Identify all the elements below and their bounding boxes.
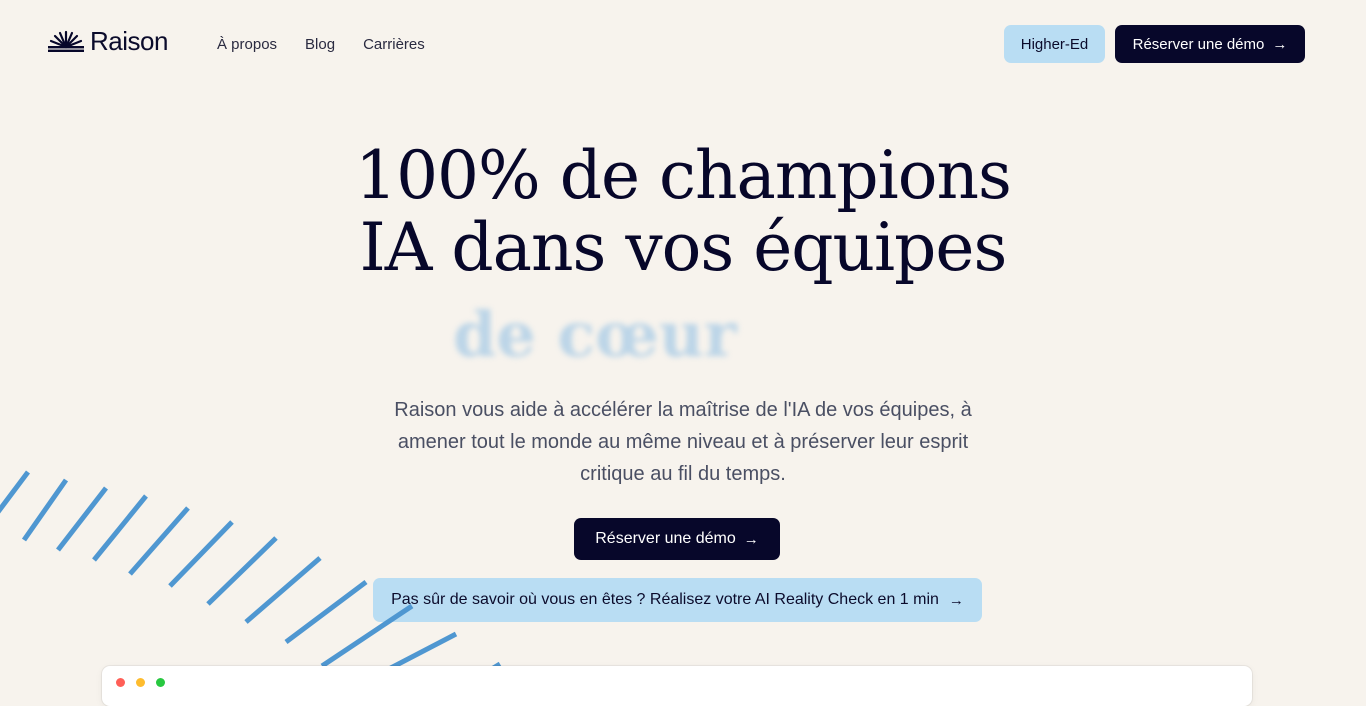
- arrow-right-icon: →: [743, 530, 759, 548]
- nav-link-a-propos[interactable]: À propos: [217, 35, 277, 55]
- hero-book-demo-label: Réserver une démo: [595, 530, 736, 547]
- decorative-stripes: [0, 470, 502, 682]
- arrow-right-icon: →: [1272, 35, 1288, 53]
- hero-title: 100% de champions IA dans vos équipes: [283, 140, 1083, 284]
- animated-rotating-word: de cœur: [453, 298, 737, 371]
- app-preview-window: [102, 666, 1252, 706]
- window-minimize-dot: [136, 678, 145, 687]
- hero-title-line-1: 100% de champions: [355, 137, 1012, 214]
- sunrise-logo-icon: [48, 30, 84, 52]
- nav-links: À propos Blog Carrières: [217, 35, 425, 55]
- brand-name: Raison: [90, 26, 168, 56]
- nav-book-demo-button[interactable]: Réserver une démo →: [1115, 25, 1305, 63]
- brand-logo[interactable]: Raison: [48, 28, 168, 54]
- window-maximize-dot: [156, 678, 165, 687]
- arrow-right-icon: →: [948, 591, 964, 609]
- hero-title-line-2: IA dans vos équipes: [359, 209, 1008, 286]
- nav-book-demo-label: Réserver une démo: [1132, 35, 1265, 53]
- higher-ed-button[interactable]: Higher-Ed: [1004, 25, 1105, 63]
- nav-link-carrieres[interactable]: Carrières: [363, 35, 425, 55]
- hero-book-demo-button[interactable]: Réserver une démo →: [574, 518, 780, 560]
- window-close-dot: [116, 678, 125, 687]
- top-navigation: Raison À propos Blog Carrières Higher-Ed…: [0, 0, 1366, 88]
- nav-link-blog[interactable]: Blog: [305, 35, 335, 55]
